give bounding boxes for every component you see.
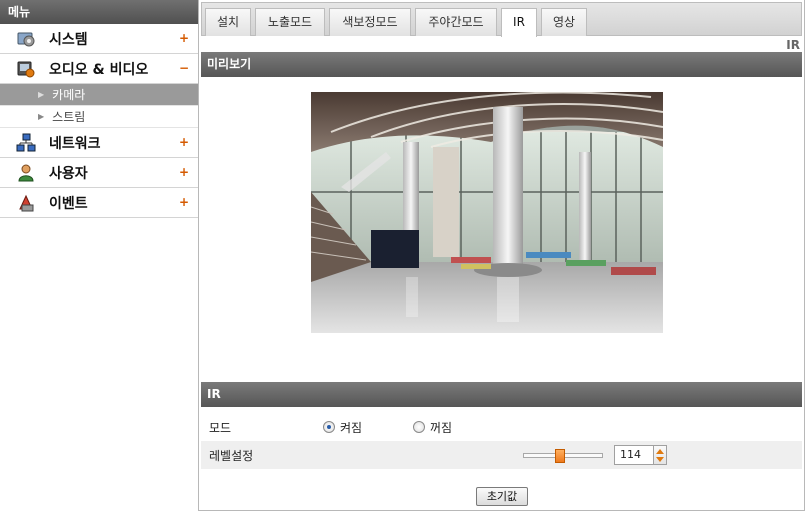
expand-icon[interactable]: + — [179, 135, 189, 149]
spin-up-icon[interactable] — [656, 449, 664, 454]
ir-section-header: IR — [201, 382, 802, 407]
level-row: 레벨설정 114 — [201, 441, 802, 469]
gear-icon — [16, 29, 36, 49]
tab-color-correction-mode[interactable]: 색보정모드 — [329, 8, 411, 36]
sidebar-item-audio-video[interactable]: 오디오 & 비디오 − — [0, 54, 198, 84]
sidebar-subitem-stream[interactable]: ▶ 스트림 — [0, 106, 198, 128]
video-icon — [16, 59, 36, 79]
expand-icon[interactable]: + — [179, 165, 189, 179]
reset-button[interactable]: 초기값 — [476, 487, 528, 506]
sidebar-item-event[interactable]: 이벤트 + — [0, 188, 198, 218]
radio-unchecked-icon — [413, 421, 425, 433]
submenu-label: 스트림 — [52, 110, 86, 124]
triangle-right-icon: ▶ — [38, 112, 45, 121]
menu-header: 메뉴 — [0, 0, 198, 24]
tab-install[interactable]: 설치 — [205, 8, 251, 36]
preview-section-header: 미리보기 — [201, 52, 802, 77]
level-spinner[interactable] — [653, 445, 667, 465]
mode-on-label: 켜짐 — [340, 420, 363, 435]
sidebar-item-system[interactable]: 시스템 + — [0, 24, 198, 54]
sidebar-item-network[interactable]: 네트워크 + — [0, 128, 198, 158]
mode-row: 모드 켜짐 꺼짐 — [201, 413, 802, 441]
sidebar-item-label: 네트워크 — [49, 135, 101, 152]
tab-exposure-mode[interactable]: 노출모드 — [255, 8, 325, 36]
sidebar-item-label: 시스템 — [49, 31, 88, 48]
sidebar: 메뉴 시스템 + 오디오 & 비디오 − ▶ 카메라 ▶ 스트림 네트워크 + … — [0, 0, 198, 221]
tab-bar: 설치 노출모드 색보정모드 주야간모드 IR 영상 — [201, 2, 802, 37]
collapse-icon[interactable]: − — [179, 61, 189, 75]
sidebar-subitem-camera[interactable]: ▶ 카메라 — [0, 84, 198, 106]
tab-ir[interactable]: IR — [501, 8, 537, 37]
triangle-right-icon: ▶ — [38, 90, 45, 99]
event-icon — [16, 193, 36, 213]
sidebar-item-label: 오디오 & 비디오 — [49, 61, 149, 78]
mode-off-label: 꺼짐 — [430, 420, 453, 435]
submenu-label: 카메라 — [52, 88, 86, 102]
spin-down-icon[interactable] — [656, 457, 664, 462]
main-panel: 설치 노출모드 색보정모드 주야간모드 IR 영상 IR 미리보기 IR 모드 … — [198, 0, 805, 511]
sidebar-item-label: 사용자 — [49, 165, 88, 182]
level-slider[interactable] — [523, 449, 603, 463]
mode-off-radio[interactable]: 꺼짐 — [413, 419, 452, 436]
network-icon — [16, 133, 36, 153]
level-slider-thumb[interactable] — [555, 449, 565, 463]
tab-video[interactable]: 영상 — [541, 8, 587, 36]
mode-on-radio[interactable]: 켜짐 — [323, 419, 362, 436]
camera-preview-image — [311, 92, 663, 333]
expand-icon[interactable]: + — [179, 195, 189, 209]
radio-checked-icon — [323, 421, 335, 433]
mode-label: 모드 — [209, 420, 232, 435]
expand-icon[interactable]: + — [179, 31, 189, 45]
level-label: 레벨설정 — [209, 448, 254, 463]
page-section-label: IR — [786, 38, 800, 52]
level-value-input[interactable]: 114 — [614, 445, 654, 465]
sidebar-item-label: 이벤트 — [49, 195, 88, 212]
sidebar-item-user[interactable]: 사용자 + — [0, 158, 198, 188]
user-icon — [16, 163, 36, 183]
tab-day-night-mode[interactable]: 주야간모드 — [415, 8, 497, 36]
